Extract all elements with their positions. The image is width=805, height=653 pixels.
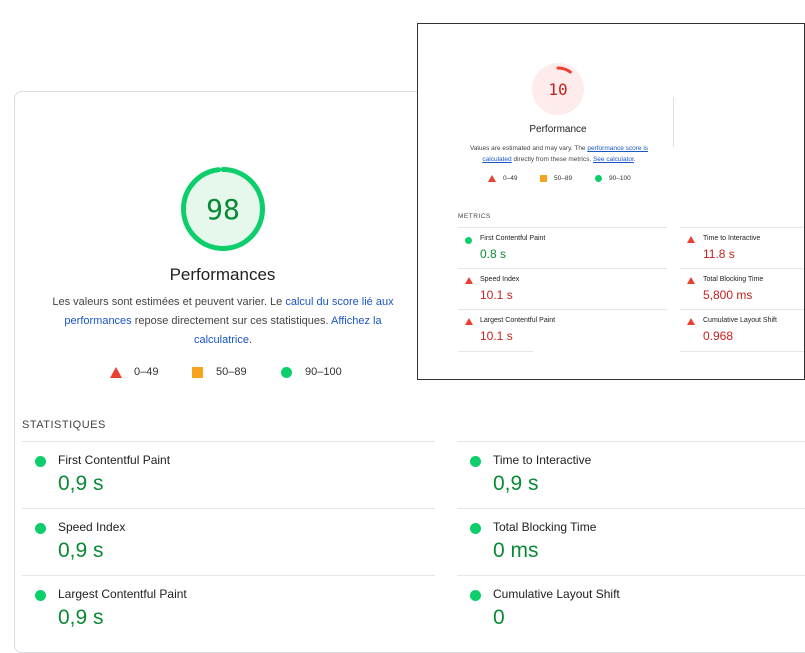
poor-status-icon	[687, 318, 695, 325]
poor-status-icon	[465, 318, 473, 325]
metric-largest-contentful-paint: Largest Contentful Paint 0,9 s	[22, 575, 435, 640]
square-icon	[192, 366, 203, 378]
inset-calculator-link[interactable]: See calculator	[593, 156, 634, 163]
metric-cumulative-layout-shift: Cumulative Layout Shift 0	[457, 575, 805, 640]
inset-score-legend: 0–49 50–89 90–100	[488, 175, 631, 182]
performance-description: Les valeurs sont estimées et peuvent var…	[52, 296, 394, 346]
inset-performance-gauge: 10	[532, 63, 584, 115]
inset-performance-score: 10	[548, 79, 568, 99]
poor-status-icon	[687, 236, 695, 243]
good-status-icon	[470, 523, 481, 534]
good-status-icon	[35, 523, 46, 534]
legend-average: 50–89	[192, 366, 281, 378]
performance-gauge: 98	[180, 166, 266, 252]
poor-status-icon	[465, 277, 473, 284]
square-icon	[540, 175, 547, 182]
score-legend: 0–49 50–89 90–100	[110, 366, 342, 378]
metric-first-contentful-paint: First Contentful Paint 0,9 s	[22, 441, 435, 508]
circle-icon	[595, 175, 602, 182]
inset-metric-cumulative-layout-shift: Cumulative Layout Shift 0.968	[680, 309, 804, 352]
legend-good: 90–100	[281, 366, 342, 378]
inset-legend-good: 90–100	[595, 175, 631, 182]
metric-total-blocking-time: Total Blocking Time 0 ms	[457, 508, 805, 575]
good-status-icon	[470, 590, 481, 601]
inset-legend-poor: 0–49	[488, 175, 540, 182]
comparison-screenshot: 10 Performance Values are estimated and …	[417, 23, 805, 380]
performance-score: 98	[206, 192, 240, 226]
performance-title: Performances	[169, 265, 276, 284]
inset-metric-first-contentful-paint: First Contentful Paint 0.8 s	[458, 227, 667, 268]
good-status-icon	[470, 456, 481, 467]
inset-metrics-heading: METRICS	[458, 213, 491, 220]
good-status-icon	[35, 590, 46, 601]
legend-poor: 0–49	[110, 366, 192, 378]
metric-speed-index: Speed Index 0,9 s	[22, 508, 435, 575]
inset-performance-title: Performance	[529, 124, 587, 135]
inset-metric-total-blocking-time: Total Blocking Time 5,800 ms	[680, 268, 804, 309]
poor-status-icon	[687, 277, 695, 284]
inset-performance-description: Values are estimated and may vary. The p…	[469, 145, 649, 163]
metric-time-to-interactive: Time to Interactive 0,9 s	[457, 441, 805, 508]
inset-bottom-divider	[458, 351, 533, 352]
circle-icon	[281, 366, 292, 378]
inset-metric-speed-index: Speed Index 10.1 s	[458, 268, 667, 309]
triangle-icon	[110, 366, 122, 378]
inset-bottom-divider	[680, 351, 804, 352]
triangle-icon	[488, 175, 496, 182]
metrics-heading: STATISTIQUES	[22, 419, 106, 431]
inset-legend-average: 50–89	[540, 175, 595, 182]
inset-divider	[673, 97, 674, 147]
inset-metric-time-to-interactive: Time to Interactive 11.8 s	[680, 227, 804, 268]
inset-metric-largest-contentful-paint: Largest Contentful Paint 10.1 s	[458, 309, 667, 352]
good-status-icon	[465, 237, 472, 244]
good-status-icon	[35, 456, 46, 467]
